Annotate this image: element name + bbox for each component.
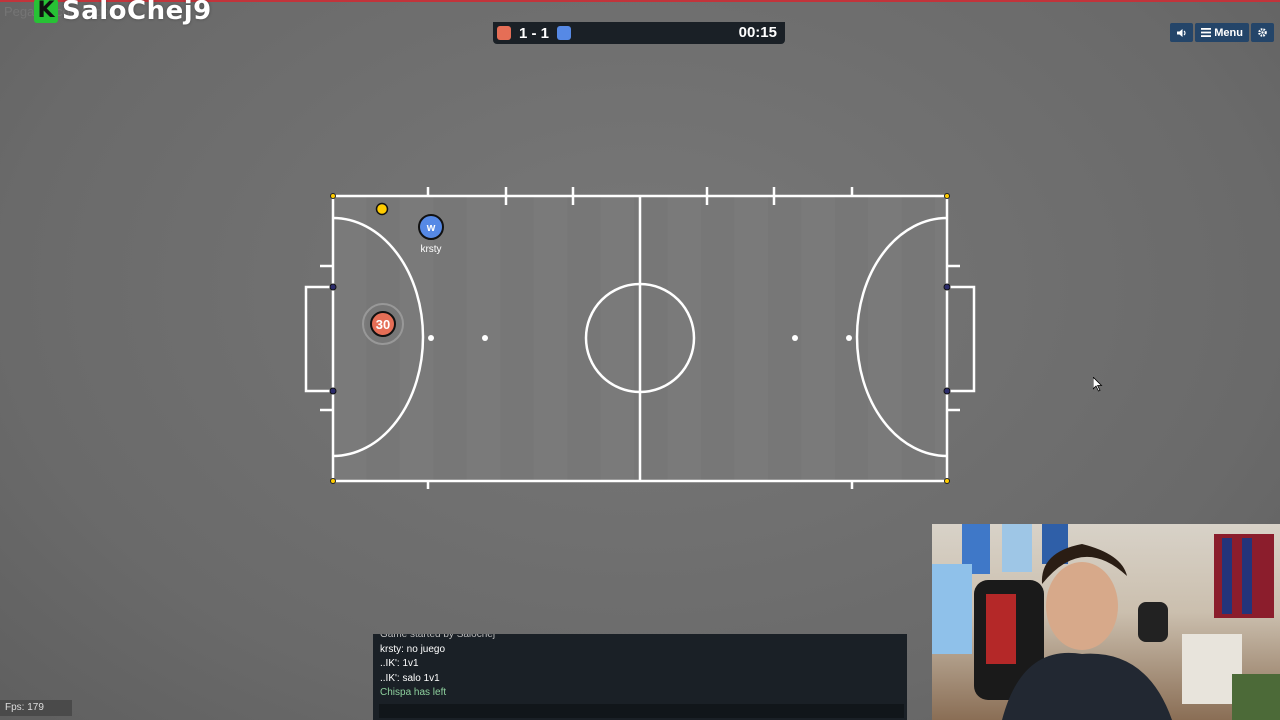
chat-line: Chispa has left — [380, 687, 447, 698]
chat-line: ..IK': 1v1 — [380, 658, 419, 669]
chat-panel: Game started by Salochej krsty: no juego… — [373, 634, 907, 720]
webcam-feed — [932, 524, 1280, 720]
chat-line: krsty: no juego — [380, 643, 446, 655]
player-name: krsty — [420, 244, 441, 255]
chat-log: Game started by Salochej krsty: no juego… — [373, 634, 907, 704]
player-avatar: w — [426, 222, 436, 234]
player-avatar: 30 — [376, 317, 390, 332]
ball — [375, 202, 389, 216]
chat-line: Game started by Salochej — [380, 634, 496, 640]
chat-line: ..IK': salo 1v1 — [380, 672, 440, 684]
mouse-cursor-icon — [1093, 377, 1103, 392]
webcam-overlay — [932, 524, 1280, 720]
fps-counter: Fps: 179 — [0, 700, 72, 716]
player-blue: w krsty — [418, 214, 444, 255]
chat-input[interactable] — [379, 704, 904, 718]
